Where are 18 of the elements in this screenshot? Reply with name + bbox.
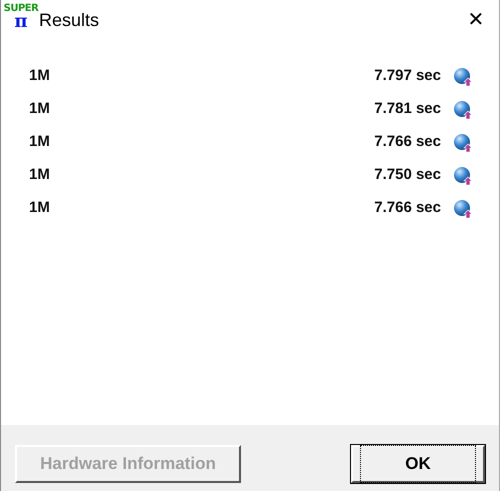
globe-icon [453, 198, 473, 218]
ok-button[interactable]: OK [351, 445, 485, 483]
window-title: Results [39, 8, 100, 32]
result-time: 7.750 sec [374, 165, 441, 186]
result-time: 7.766 sec [374, 198, 441, 218]
globe-icon [453, 166, 473, 186]
globe-icon [453, 132, 473, 152]
result-label: 1M [29, 165, 50, 186]
globe-icon [453, 66, 473, 86]
result-label: 1M [29, 198, 50, 218]
result-label: 1M [29, 99, 50, 120]
result-time: 7.781 sec [374, 99, 441, 120]
result-label: 1M [29, 66, 50, 86]
close-button[interactable]: ✕ [453, 0, 499, 40]
result-label: 1M [29, 132, 50, 152]
result-time: 7.797 sec [374, 66, 441, 86]
globe-icon [453, 100, 473, 120]
result-time: 7.766 sec [374, 132, 441, 152]
